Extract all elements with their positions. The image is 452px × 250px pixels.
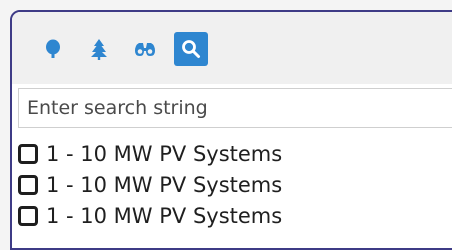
- list-item[interactable]: 1 - 10 MW PV Systems: [12, 170, 452, 200]
- search-input[interactable]: [18, 88, 452, 128]
- checkbox[interactable]: [18, 144, 38, 164]
- layer-list: 1 - 10 MW PV Systems 1 - 10 MW PV System…: [12, 139, 452, 232]
- toolbar: [12, 12, 452, 84]
- list-item-label: 1 - 10 MW PV Systems: [46, 173, 283, 197]
- checkbox[interactable]: [18, 175, 38, 195]
- search-button[interactable]: [174, 32, 208, 66]
- layer-panel: 1 - 10 MW PV Systems 1 - 10 MW PV System…: [10, 10, 452, 250]
- list-item-label: 1 - 10 MW PV Systems: [46, 142, 283, 166]
- deciduous-tree-icon[interactable]: [38, 34, 68, 64]
- list-item[interactable]: 1 - 10 MW PV Systems: [12, 139, 452, 169]
- evergreen-tree-icon[interactable]: [84, 34, 114, 64]
- list-item[interactable]: 1 - 10 MW PV Systems: [12, 201, 452, 231]
- binoculars-icon[interactable]: [130, 34, 160, 64]
- search-icon: [182, 40, 200, 58]
- list-item-label: 1 - 10 MW PV Systems: [46, 204, 283, 228]
- checkbox[interactable]: [18, 206, 38, 226]
